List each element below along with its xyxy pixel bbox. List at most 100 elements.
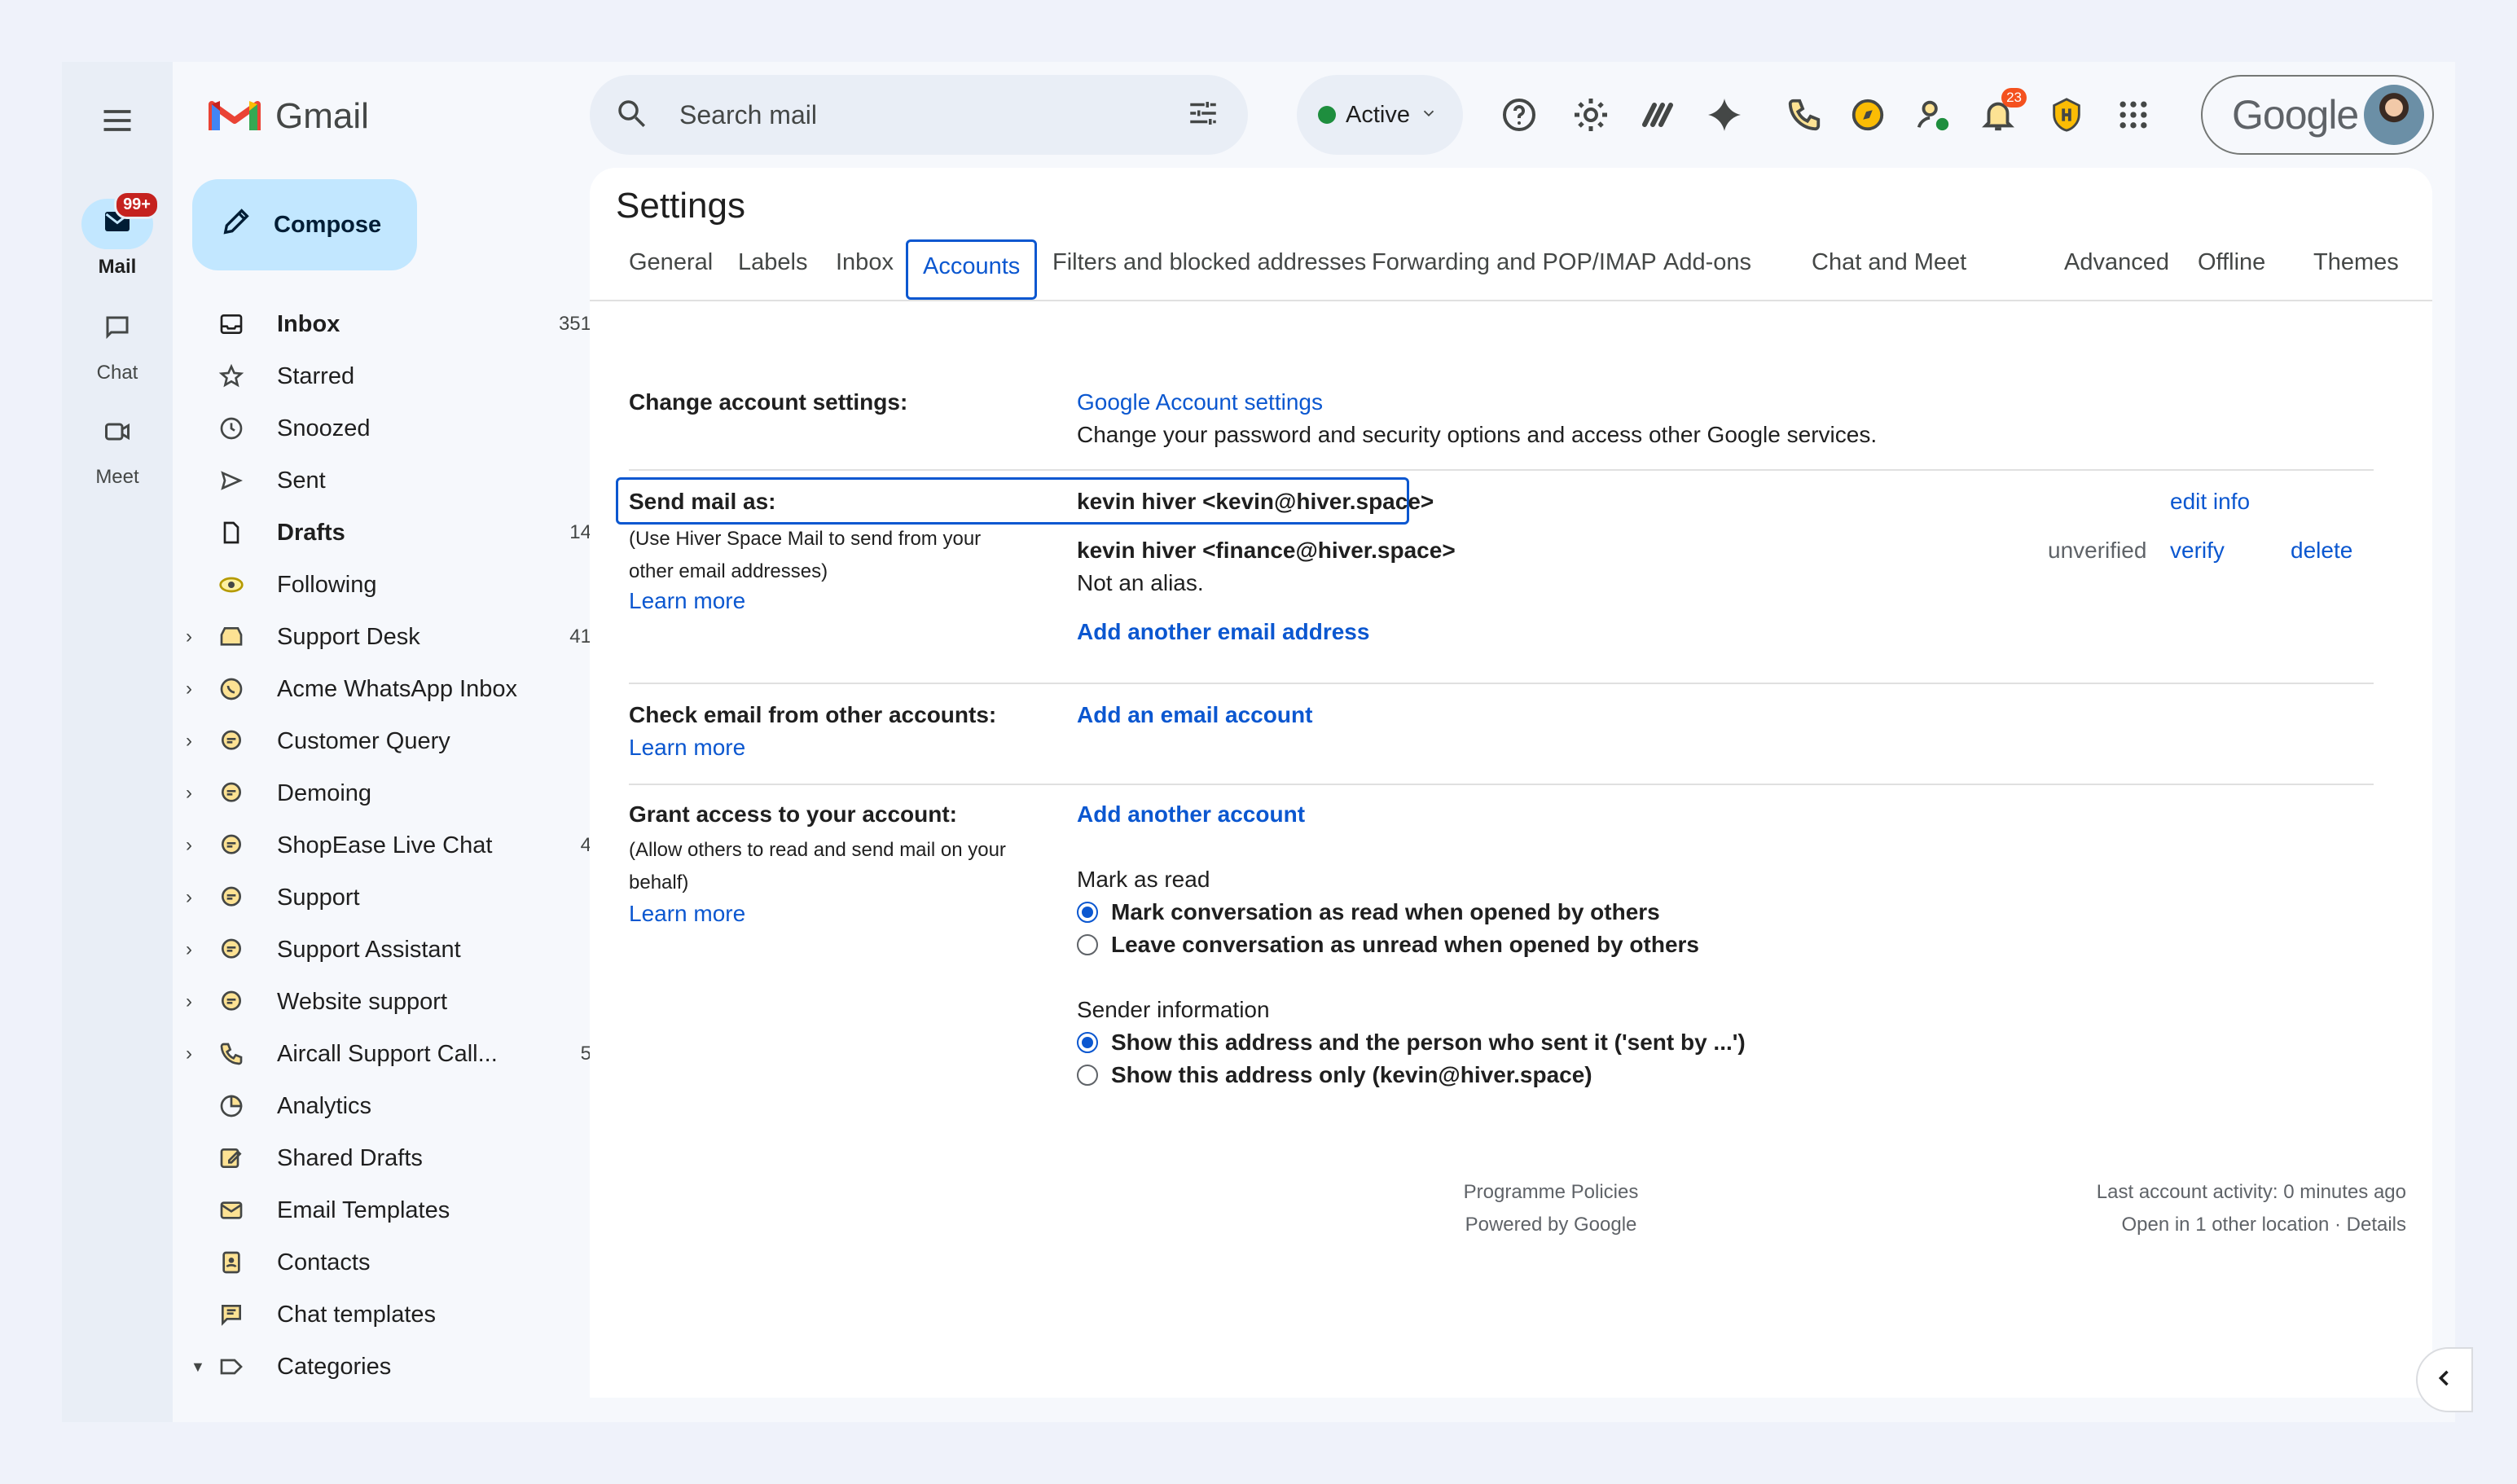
expand-chevron-icon[interactable]: › xyxy=(186,730,202,753)
rail-mail-label: Mail xyxy=(98,256,137,278)
expand-chevron-icon[interactable]: › xyxy=(186,678,202,700)
expand-chevron-icon[interactable]: › xyxy=(186,1043,202,1065)
nav-item-sent[interactable]: Sent xyxy=(173,454,596,507)
nav-item-demoing[interactable]: › Demoing xyxy=(173,767,596,819)
gmail-logo[interactable]: Gmail xyxy=(209,94,369,138)
nav-item-website-support[interactable]: › Website support xyxy=(173,976,596,1028)
chat-bubble-icon xyxy=(215,986,248,1018)
add-another-account-link[interactable]: Add another account xyxy=(1077,801,1305,828)
add-another-email-link[interactable]: Add another email address xyxy=(1077,619,1369,645)
tab-advanced[interactable]: Advanced xyxy=(2064,249,2169,276)
user-presence-icon[interactable] xyxy=(1913,94,1953,135)
nav-item-inbox[interactable]: Inbox 351 xyxy=(173,298,596,350)
nav-item-aircall-support[interactable]: › Aircall Support Call... 5 xyxy=(173,1028,596,1080)
check-email-learn-more-link[interactable]: Learn more xyxy=(629,735,745,761)
apps-grid-icon[interactable] xyxy=(2113,94,2154,135)
nav-item-support-assistant[interactable]: › Support Assistant xyxy=(173,924,596,976)
tab-accounts[interactable]: Accounts xyxy=(906,239,1038,300)
nav-item-customer-query[interactable]: › Customer Query xyxy=(173,715,596,767)
google-account-settings-link[interactable]: Google Account settings xyxy=(1077,389,1323,415)
edit-info-link[interactable]: edit info xyxy=(2170,489,2250,515)
nav-item-shared-drafts[interactable]: Shared Drafts xyxy=(173,1132,596,1184)
programme-policies-link[interactable]: Programme Policies xyxy=(1404,1176,1698,1209)
tab-forwarding[interactable]: Forwarding and POP/IMAP xyxy=(1372,249,1657,276)
nav-label: Support Desk xyxy=(277,623,420,650)
nav-item-acme-whatsapp[interactable]: › Acme WhatsApp Inbox xyxy=(173,663,596,715)
tab-filters[interactable]: Filters and blocked addresses xyxy=(1052,249,1366,276)
nav-label: Snoozed xyxy=(277,415,371,441)
notifications-bell-icon[interactable]: 23 xyxy=(1978,88,2027,135)
phone-call-icon[interactable] xyxy=(1784,94,1825,135)
tab-themes[interactable]: Themes xyxy=(2313,249,2399,276)
other-location-details-link[interactable]: Open in 1 other location · Details xyxy=(2015,1209,2406,1241)
expand-chevron-icon[interactable]: › xyxy=(186,782,202,805)
expand-chevron-icon[interactable]: › xyxy=(186,626,202,648)
gemini-sparkle-icon[interactable] xyxy=(1704,94,1745,135)
expand-chevron-icon[interactable]: › xyxy=(186,938,202,961)
nav-item-drafts[interactable]: Drafts 14 xyxy=(173,507,596,559)
verify-link[interactable]: verify xyxy=(2170,538,2225,564)
settings-gear-icon[interactable] xyxy=(1570,94,1611,135)
nav-item-support[interactable]: › Support xyxy=(173,872,596,924)
show-address-only-option-label: Show this address only (kevin@hiver.spac… xyxy=(1111,1062,1592,1087)
nav-item-snoozed[interactable]: Snoozed xyxy=(173,402,596,454)
search-icon[interactable] xyxy=(614,96,648,134)
nav-item-categories[interactable]: ▼ Categories xyxy=(173,1341,596,1393)
grant-access-learn-more-link[interactable]: Learn more xyxy=(629,901,745,927)
rail-chat[interactable]: Chat xyxy=(62,305,173,384)
add-email-account-link[interactable]: Add an email account xyxy=(1077,702,1312,728)
radio-button-selected[interactable] xyxy=(1077,902,1098,923)
google-account-button[interactable]: Google xyxy=(2201,75,2434,155)
search-input[interactable]: Search mail xyxy=(679,100,817,130)
avatar[interactable] xyxy=(2364,85,2424,145)
collapse-caret-icon[interactable]: ▼ xyxy=(191,1359,207,1376)
tab-general[interactable]: General xyxy=(629,249,713,276)
rail-meet[interactable]: Meet xyxy=(62,409,173,489)
compose-button[interactable]: Compose xyxy=(192,179,417,270)
mark-read-option[interactable]: Mark conversation as read when opened by… xyxy=(1077,899,1660,925)
chat-bubble-icon xyxy=(215,881,248,914)
powered-by-text: Powered by Google xyxy=(1465,1214,1637,1236)
tab-chat-meet[interactable]: Chat and Meet xyxy=(1812,249,1966,276)
nav-item-email-templates[interactable]: Email Templates xyxy=(173,1184,596,1236)
nav-item-starred[interactable]: Starred xyxy=(173,350,596,402)
radio-button-selected[interactable] xyxy=(1077,1032,1098,1053)
expand-chevron-icon[interactable]: › xyxy=(186,886,202,909)
status-selector[interactable]: Active xyxy=(1297,75,1463,155)
delete-link[interactable]: delete xyxy=(2291,538,2352,564)
check-email-label: Check email from other accounts: xyxy=(629,702,997,727)
leave-unread-option[interactable]: Leave conversation as unread when opened… xyxy=(1077,932,1699,958)
nav-item-chat-templates[interactable]: Chat templates xyxy=(173,1289,596,1341)
compass-icon[interactable] xyxy=(1847,94,1888,135)
tab-inbox[interactable]: Inbox xyxy=(836,249,894,276)
rail-mail[interactable]: 99+ Mail xyxy=(62,191,173,279)
show-sent-by-option[interactable]: Show this address and the person who sen… xyxy=(1077,1030,1746,1056)
search-bar[interactable]: Search mail xyxy=(590,75,1248,155)
radio-button[interactable] xyxy=(1077,1065,1098,1086)
shield-extension-icon[interactable] xyxy=(2046,94,2087,135)
side-panel-toggle[interactable] xyxy=(2416,1347,2473,1412)
nav-item-following[interactable]: Following xyxy=(173,559,596,611)
nav-item-support-desk[interactable]: › Support Desk 41 xyxy=(173,611,596,663)
tab-addons[interactable]: Add-ons xyxy=(1663,249,1751,276)
nav-label: ShopEase Live Chat xyxy=(277,832,493,858)
gmail-wordmark: Gmail xyxy=(275,95,369,136)
expand-chevron-icon[interactable]: › xyxy=(186,990,202,1013)
search-options-icon[interactable] xyxy=(1186,96,1220,134)
send-icon xyxy=(215,464,248,497)
radio-button[interactable] xyxy=(1077,934,1098,955)
help-icon[interactable] xyxy=(1499,94,1540,135)
video-icon xyxy=(103,417,132,452)
nav-item-contacts[interactable]: Contacts xyxy=(173,1236,596,1289)
nav-count: 14 xyxy=(569,521,591,543)
nav-label: Following xyxy=(277,571,377,598)
hiver-icon[interactable] xyxy=(1637,94,1678,135)
tab-labels[interactable]: Labels xyxy=(738,249,807,276)
tab-offline[interactable]: Offline xyxy=(2198,249,2265,276)
main-menu-icon[interactable] xyxy=(99,103,135,138)
show-address-only-option[interactable]: Show this address only (kevin@hiver.spac… xyxy=(1077,1062,1592,1088)
nav-item-analytics[interactable]: Analytics xyxy=(173,1080,596,1132)
expand-chevron-icon[interactable]: › xyxy=(186,834,202,857)
send-mail-learn-more-link[interactable]: Learn more xyxy=(629,588,745,614)
nav-item-shopease-live-chat[interactable]: › ShopEase Live Chat 4 xyxy=(173,819,596,872)
